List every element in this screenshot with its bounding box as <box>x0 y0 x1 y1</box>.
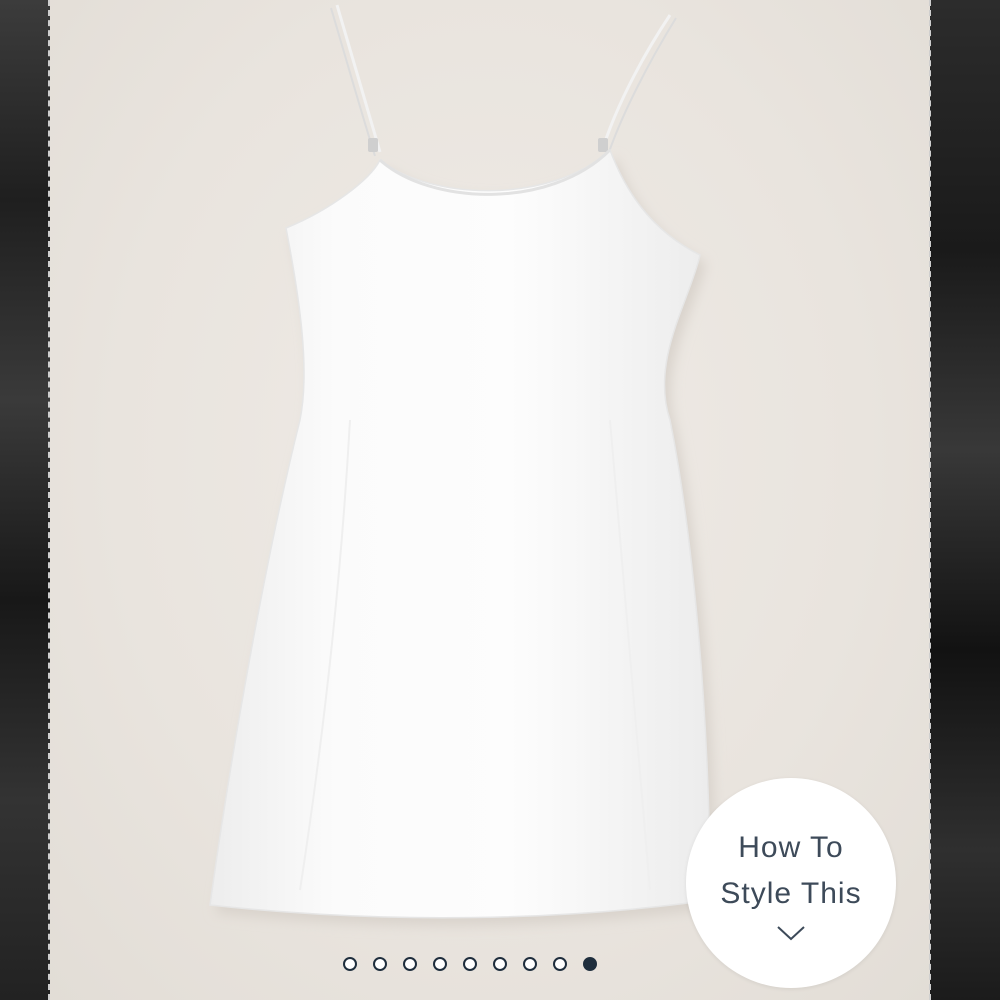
carousel-dot[interactable] <box>403 957 417 971</box>
frame-border-right <box>929 0 931 1000</box>
how-to-style-this-button[interactable]: How To Style This <box>686 778 896 988</box>
carousel-dot[interactable] <box>463 957 477 971</box>
carousel-dot[interactable] <box>553 957 567 971</box>
carousel-dot[interactable] <box>493 957 507 971</box>
style-button-line1: How To <box>738 831 844 864</box>
carousel-pagination <box>343 955 597 973</box>
style-button-line2: Style This <box>720 877 862 910</box>
background-blur-left <box>0 0 50 1000</box>
background-blur-right <box>930 0 1000 1000</box>
carousel-dot[interactable] <box>373 957 387 971</box>
carousel-dot[interactable] <box>523 957 537 971</box>
chevron-down-icon <box>777 926 805 941</box>
product-viewer: How To Style This <box>0 0 1000 1000</box>
carousel-dot[interactable] <box>583 957 597 971</box>
carousel-dot[interactable] <box>433 957 447 971</box>
frame-border-left <box>48 0 50 1000</box>
carousel-dot[interactable] <box>343 957 357 971</box>
